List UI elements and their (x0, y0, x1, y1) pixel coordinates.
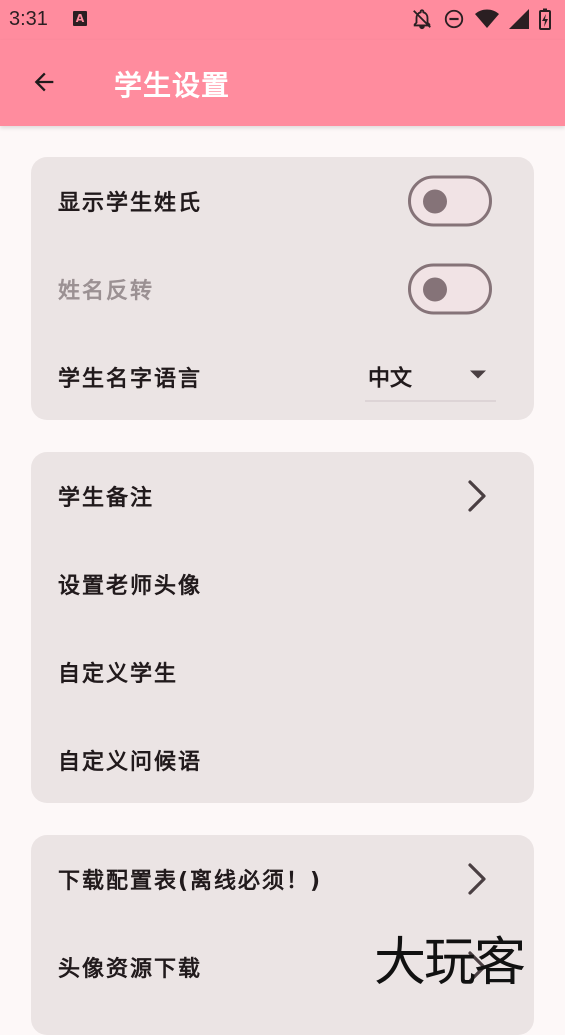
student-notes-label: 学生备注 (58, 486, 155, 511)
status-icons (411, 8, 551, 30)
switch-thumb (423, 189, 447, 213)
name-reverse-switch[interactable] (408, 263, 492, 315)
chevron-right-icon (468, 863, 486, 895)
show-surname-row[interactable]: 显示学生姓氏 (31, 157, 534, 245)
cell-signal-icon (509, 9, 529, 29)
avatar-download-label: 头像资源下载 (58, 957, 203, 982)
teacher-avatar-label: 设置老师头像 (58, 574, 203, 599)
dropdown-arrow-icon (470, 370, 486, 379)
download-config-row[interactable]: 下载配置表(离线必须！) (31, 835, 534, 923)
teacher-avatar-row[interactable]: 设置老师头像 (31, 540, 534, 628)
watermark: 大玩客 (374, 933, 526, 993)
name-language-label: 学生名字语言 (58, 367, 203, 392)
chevron-right-icon (468, 480, 486, 512)
status-time: 3:31 (9, 8, 48, 30)
custom-student-label: 自定义学生 (58, 662, 179, 687)
page-title: 学生设置 (114, 69, 231, 102)
student-options-card: 学生备注 设置老师头像 自定义学生 自定义问候语 (31, 452, 534, 803)
name-reverse-label: 姓名反转 (58, 279, 155, 304)
display-settings-card: 显示学生姓氏 姓名反转 学生名字语言 中文 (31, 157, 534, 420)
download-config-label: 下载配置表(离线必须！) (58, 869, 323, 894)
show-surname-switch[interactable] (408, 175, 492, 227)
app-bar: 学生设置 (0, 40, 565, 126)
status-bar: 3:31 A (0, 0, 565, 40)
app-notification-icon: A (73, 11, 87, 26)
custom-greeting-label: 自定义问候语 (58, 750, 203, 775)
name-language-dropdown[interactable]: 中文 (365, 353, 496, 402)
arrow-back-icon[interactable] (26, 64, 62, 100)
custom-student-row[interactable]: 自定义学生 (31, 628, 534, 716)
notification-off-icon (413, 9, 431, 30)
name-reverse-row[interactable]: 姓名反转 (31, 245, 534, 333)
dropdown-selected-value: 中文 (368, 366, 413, 392)
show-surname-label: 显示学生姓氏 (58, 191, 203, 216)
wifi-icon (475, 9, 499, 28)
do-not-disturb-icon (444, 9, 464, 29)
battery-charging-icon (539, 8, 551, 30)
student-notes-row[interactable]: 学生备注 (31, 452, 534, 540)
switch-thumb (423, 277, 447, 301)
custom-greeting-row[interactable]: 自定义问候语 (31, 716, 534, 804)
name-language-row: 学生名字语言 中文 (31, 333, 534, 421)
